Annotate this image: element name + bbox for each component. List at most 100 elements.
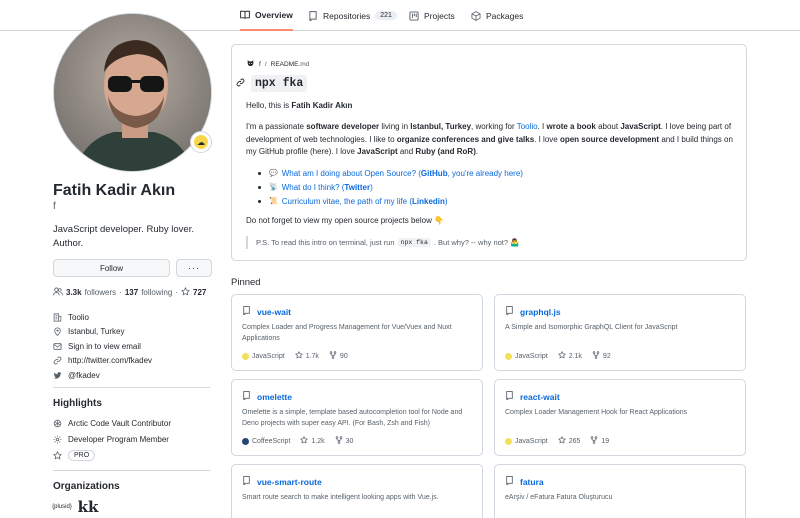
twitter-link-bold: Twitter — [344, 182, 371, 192]
readme-heading-code: npx fka — [251, 75, 308, 92]
followers-link[interactable]: 3.3k followers — [53, 287, 116, 298]
highlight-developer-program[interactable]: Developer Program Member — [53, 431, 218, 447]
vcard-twitter[interactable]: @fkadev — [53, 368, 218, 383]
stars-link[interactable]: 727 — [181, 287, 206, 298]
repo-forks-count: 90 — [339, 352, 348, 360]
language-color-dot — [242, 352, 249, 360]
anchor-link-icon[interactable] — [236, 78, 245, 89]
speech-bubble-icon: 💬 — [269, 170, 278, 177]
repo-forks-count: 30 — [345, 437, 354, 445]
follow-button[interactable]: Follow — [53, 259, 170, 277]
intro-text-c: living in — [379, 122, 411, 131]
intro-text-d: Istanbul, Turkey — [410, 122, 472, 131]
more-options-button[interactable]: ··· — [176, 259, 212, 277]
readme-path-filename: README — [270, 61, 299, 68]
repo-icon — [242, 306, 251, 317]
location-icon — [53, 327, 62, 337]
repo-forks-link[interactable]: 90 — [329, 351, 348, 361]
intro-text-e: , working for — [471, 122, 517, 131]
pinned-repo-meta: JavaScript 2.1k 92 — [505, 351, 611, 361]
linkedin-link-rest: ) — [444, 196, 448, 206]
repo-stars-link[interactable]: 2.1k — [557, 351, 582, 361]
pinned-repo-link[interactable]: react-wait — [505, 391, 560, 402]
following-count: 137 — [124, 288, 139, 297]
star-icon — [181, 287, 190, 298]
star-icon — [300, 436, 309, 446]
repo-language: CoffeeScript — [242, 437, 291, 445]
repo-stars-link[interactable]: 1.2k — [300, 436, 325, 446]
readme-path: f / README.md — [246, 59, 309, 70]
language-color-dot — [242, 437, 249, 445]
repo-language-name: JavaScript — [515, 437, 548, 445]
repo-forks-link[interactable]: 92 — [592, 351, 611, 361]
twitter-icon — [53, 371, 62, 380]
stats-separator-2: · — [175, 288, 178, 297]
tab-repositories[interactable]: Repositories 221 — [308, 0, 397, 31]
language-color-dot — [505, 352, 512, 360]
vcard-company: Toolio — [53, 310, 218, 325]
repo-language-name: CoffeeScript — [252, 437, 291, 445]
scroll-icon: 📜 — [269, 198, 278, 205]
repo-stars-link[interactable]: 1.7k — [294, 351, 319, 361]
repo-language-name: JavaScript — [515, 352, 548, 360]
readme-path-file[interactable]: README.md — [271, 61, 310, 68]
star-icon — [294, 351, 303, 361]
readme-link-linkedin[interactable]: 📜 Curriculum vitae, the path of my life … — [258, 194, 728, 208]
repo-icon — [505, 391, 514, 402]
repo-forks-link[interactable]: 30 — [335, 436, 354, 446]
vcard-twitter-text: @fkadev — [68, 370, 100, 380]
repo-language: JavaScript — [505, 437, 548, 445]
pinned-repo-link[interactable]: omelette — [242, 391, 292, 402]
pinned-repo-card: omelette Omelette is a simple, template b… — [231, 379, 483, 456]
tab-projects[interactable]: Projects — [409, 0, 455, 31]
intro-text-l: organize conferences and give talks — [396, 134, 535, 144]
stars-count: 727 — [193, 288, 207, 297]
highlight-arctic-vault[interactable]: Arctic Code Vault Contributor — [53, 415, 218, 431]
intro-text-b: software developer — [306, 122, 380, 131]
pinned-repo-name: vue-smart-route — [257, 476, 322, 487]
pinned-repo-link[interactable]: vue-wait — [242, 306, 291, 317]
ps-suffix: . But why? -- why not? 🤷‍♂️ — [433, 238, 520, 247]
fork-icon — [592, 351, 600, 361]
twitter-link-rest: ) — [370, 182, 373, 192]
sidebar-divider — [53, 387, 210, 388]
vcard-email[interactable]: Sign in to view email — [53, 339, 218, 354]
readme-path-ext: .md — [298, 61, 310, 68]
status-icon: ☁ — [194, 135, 208, 149]
readme-link-twitter[interactable]: 📡 What do I think? (Twitter) — [258, 180, 728, 194]
intro-text-r: Ruby (and RoR) — [415, 147, 476, 156]
vcard-website-text: http://twitter.com/fkadev — [68, 356, 153, 366]
repo-forks-link[interactable]: 19 — [590, 436, 609, 446]
project-icon — [409, 10, 419, 21]
organizations-title: Organizations — [53, 481, 120, 492]
status-emoji[interactable]: ☁ — [190, 131, 212, 153]
avatar[interactable] — [53, 13, 212, 172]
pinned-repo-link[interactable]: vue-smart-route — [242, 476, 322, 487]
pinned-repo-link[interactable]: graphql.js — [505, 306, 561, 317]
link-icon — [53, 356, 62, 365]
readme-path-user[interactable]: f — [259, 61, 261, 68]
org-logo-plusid[interactable]: {plusid} — [52, 499, 72, 515]
tab-overview[interactable]: Overview — [240, 0, 293, 31]
pinned-repo-meta: JavaScript 1.7k 90 — [242, 351, 348, 361]
readme-link-github[interactable]: 💬 What am I doing about Open Source? (Gi… — [258, 166, 728, 180]
readme-hello-prefix: Hello, this is — [246, 101, 292, 110]
book-icon — [240, 10, 250, 20]
repo-forks-count: 92 — [602, 352, 611, 360]
toolio-link[interactable]: Toolio — [517, 122, 538, 131]
intro-text-h: wrote a book — [546, 122, 596, 131]
org-logo-kk[interactable]: kk — [77, 498, 99, 516]
following-link[interactable]: 137 following — [125, 288, 173, 297]
pinned-repo-description: Smart route search to make intelligent l… — [242, 494, 439, 501]
archive-icon — [53, 419, 62, 428]
repo-stars-link[interactable]: 265 — [557, 436, 580, 446]
highlight-pro[interactable]: PRO — [53, 447, 218, 463]
highlight-developer-program-text: Developer Program Member — [68, 434, 169, 444]
repo-icon — [242, 391, 251, 402]
tab-packages[interactable]: Packages — [471, 0, 523, 31]
pinned-repo-link[interactable]: fatura — [505, 476, 544, 487]
organization-icon — [53, 313, 62, 322]
organizations-list: {plusid} kk — [52, 498, 99, 516]
vcard-website[interactable]: http://twitter.com/fkadev — [53, 354, 218, 369]
pro-badge: PRO — [68, 449, 96, 461]
